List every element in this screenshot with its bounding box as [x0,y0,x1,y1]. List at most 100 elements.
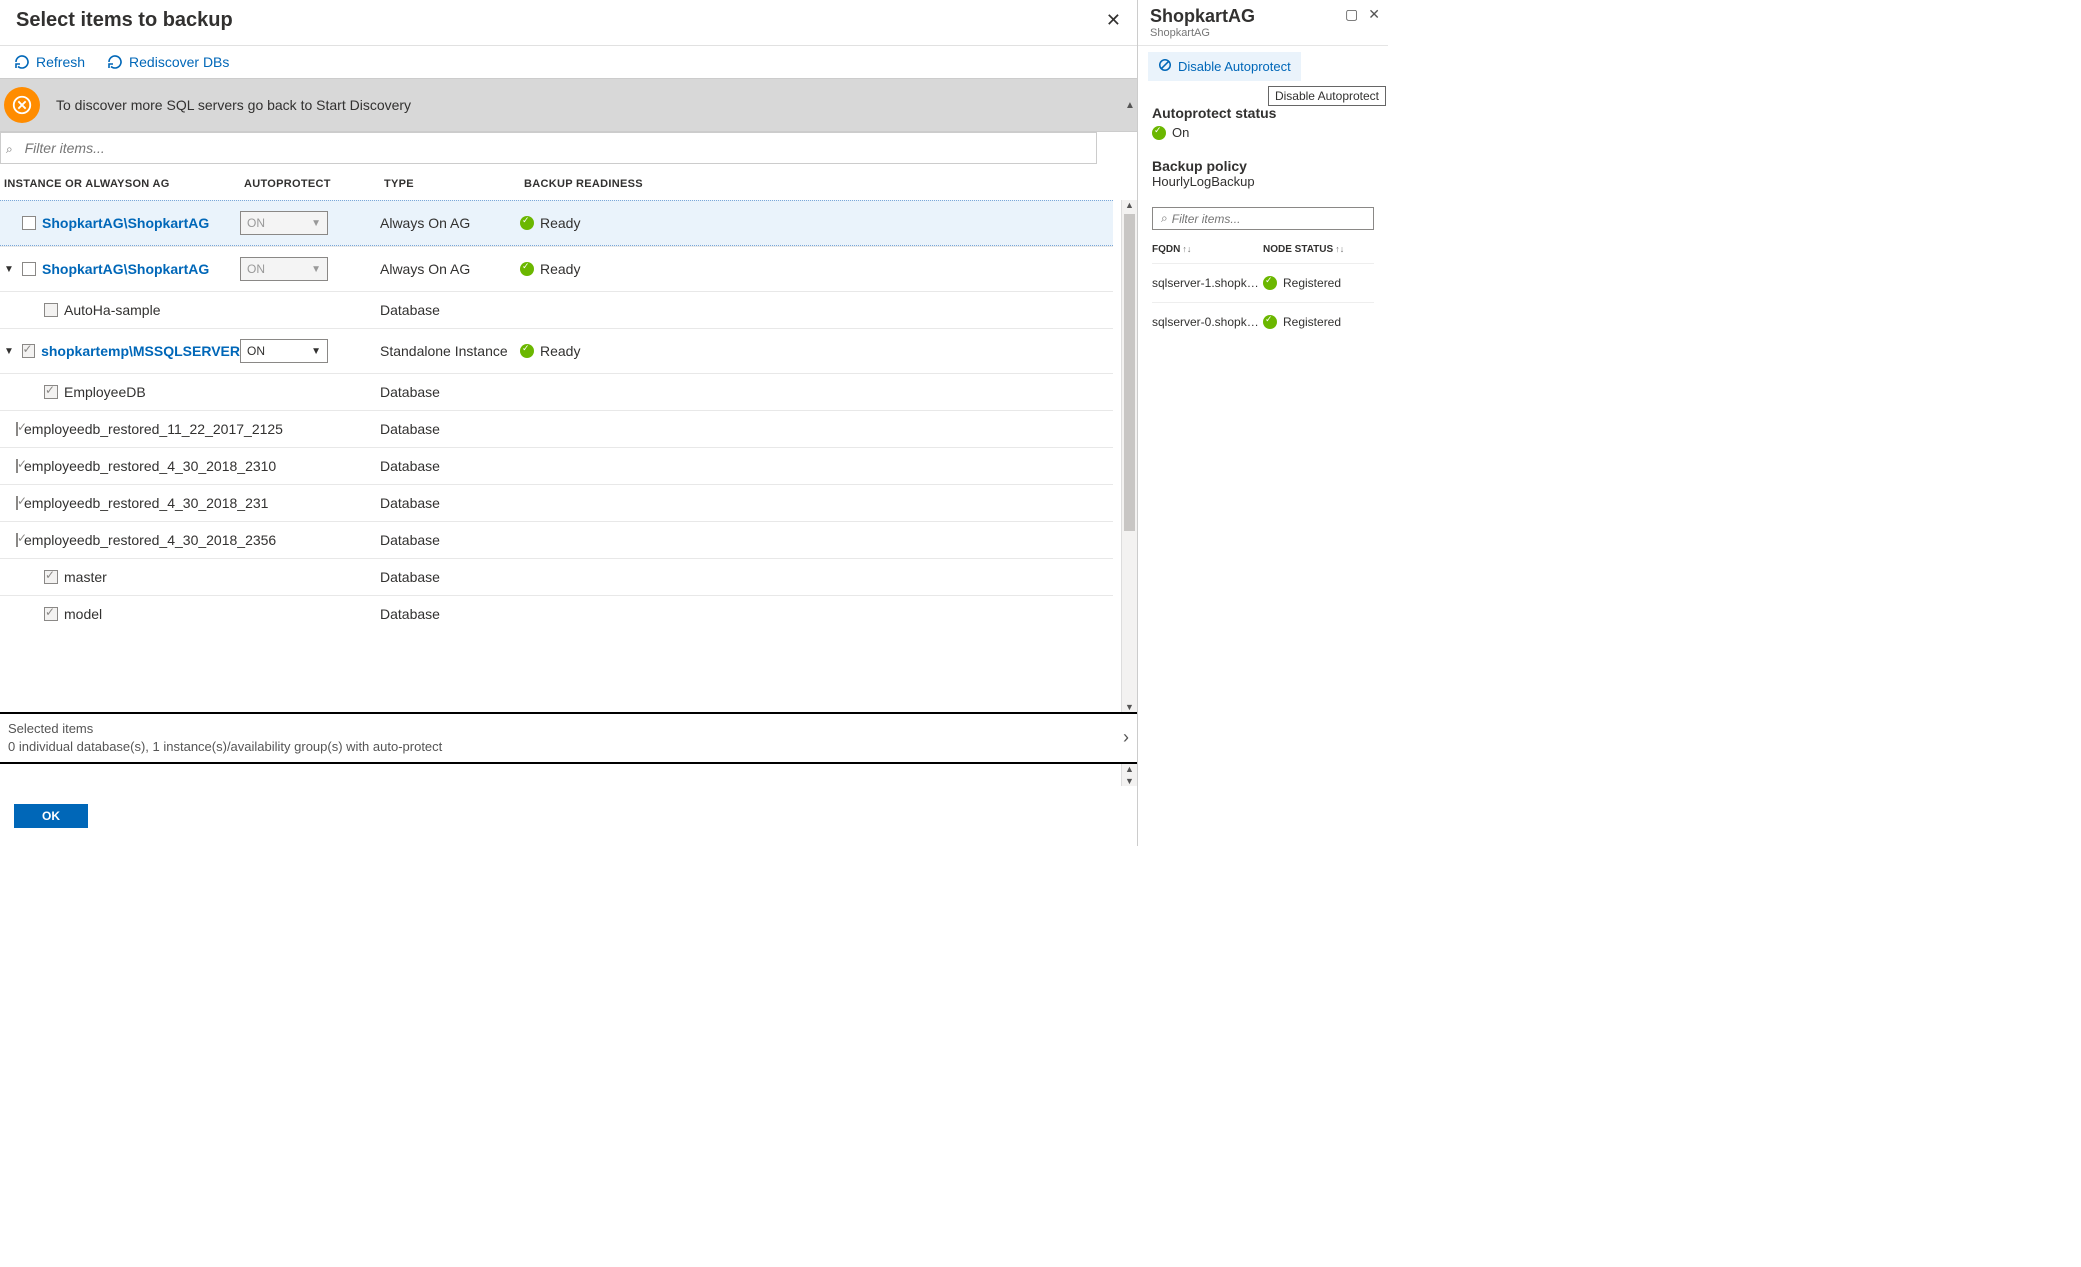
col-node-status[interactable]: NODE STATUS↑↓ [1263,244,1374,255]
scrollbar-tiny[interactable]: ▲ ▼ [1121,764,1137,786]
name-cell: model [0,606,240,622]
col-fqdn[interactable]: FQDN↑↓ [1152,244,1263,255]
node-fqdn: sqlserver-0.shopkart.… [1152,315,1263,329]
table-row[interactable]: ▼ShopkartAG\ShopkartAGON▼Always On AGRea… [0,246,1113,291]
type-cell: Always On AG [380,215,520,231]
row-name: employeedb_restored_4_30_2018_2310 [24,458,276,474]
maximize-icon[interactable]: ▢ [1345,6,1358,23]
row-checkbox[interactable] [44,385,58,399]
type-cell: Database [380,302,520,318]
selected-items-strip[interactable]: Selected items 0 individual database(s),… [0,712,1137,764]
autoprotect-value: ON [247,344,265,358]
readiness-cell: Ready [520,215,680,231]
name-cell: ▼ shopkartemp\MSSQLSERVER [0,343,240,359]
node-row[interactable]: sqlserver-0.shopkart.…Registered [1152,302,1374,333]
disable-autoprotect-button[interactable]: Disable Autoprotect [1148,52,1301,81]
autoprotect-select[interactable]: ON▼ [240,339,328,363]
search-icon: ⌕ [1157,211,1172,226]
row-checkbox[interactable] [22,262,36,276]
row-checkbox[interactable] [22,216,36,230]
table-row[interactable]: ShopkartAG\ShopkartAGON▼Always On AGRead… [0,200,1113,246]
filter-input[interactable] [21,134,1092,162]
row-checkbox[interactable] [44,570,58,584]
scroll-down-icon[interactable]: ▼ [1122,702,1137,712]
chevron-right-icon[interactable]: › [1123,727,1129,748]
autoprotect-value: ON [247,262,265,276]
status-value-row: On [1152,125,1374,140]
node-ok-icon [1263,276,1277,290]
right-window-controls: ▢ ✕ [1345,6,1380,23]
table-row[interactable]: employeedb_restored_4_30_2018_2356Databa… [0,521,1113,558]
row-name[interactable]: shopkartemp\MSSQLSERVER [41,343,240,359]
node-status-cell: Registered [1263,276,1374,290]
rediscover-button[interactable]: Rediscover DBs [107,54,229,70]
table-row[interactable]: employeedb_restored_11_22_2017_2125Datab… [0,410,1113,447]
name-cell: employeedb_restored_4_30_2018_231 [0,495,240,511]
row-name[interactable]: ShopkartAG\ShopkartAG [42,261,209,277]
table-row[interactable]: model Database [0,595,1113,632]
disable-icon [1158,58,1172,75]
scrollbar-vertical[interactable]: ▲ ▼ [1121,200,1137,712]
sel-summary: 0 individual database(s), 1 instance(s)/… [8,738,442,756]
row-checkbox[interactable] [16,422,18,436]
table-row[interactable]: masterDatabase [0,558,1113,595]
tiny-down-icon[interactable]: ▼ [1122,776,1137,786]
expand-caret-icon[interactable]: ▼ [4,346,16,357]
col-instance[interactable]: INSTANCE OR ALWAYSON AG [4,178,244,190]
table-row[interactable]: AutoHa-sampleDatabase [0,291,1113,328]
table-row[interactable]: ▼shopkartemp\MSSQLSERVERON▼Standalone In… [0,328,1113,373]
info-banner: To discover more SQL servers go back to … [0,78,1137,132]
type-cell: Database [380,495,520,511]
col-autoprotect[interactable]: AUTOPROTECT [244,178,384,190]
right-header: ShopkartAG ShopkartAG ▢ ✕ [1138,0,1388,46]
node-row[interactable]: sqlserver-1.shopkart.…Registered [1152,263,1374,294]
close-icon[interactable]: ✕ [1100,6,1127,35]
readiness-cell: Ready [520,261,680,277]
filter-container: ⌕ [0,132,1097,164]
row-name: EmployeeDB [64,384,146,400]
row-checkbox[interactable] [16,496,18,510]
row-checkbox[interactable] [22,344,36,358]
type-cell: Database [380,532,520,548]
ready-text: Ready [540,343,580,359]
type-cell: Database [380,569,520,585]
refresh-button[interactable]: Refresh [14,54,85,70]
row-name: model [64,606,102,622]
scroll-up-arrow-icon[interactable]: ▲ [1125,100,1137,111]
type-cell: Database [380,384,520,400]
autoprotect-cell: ON ▼ [240,257,380,281]
table-row[interactable]: employeedb_restored_4_30_2018_2310Databa… [0,447,1113,484]
table-row[interactable]: employeedb_restored_4_30_2018_231 Databas… [0,484,1113,521]
row-checkbox[interactable] [16,459,18,473]
scrollbar-thumb[interactable] [1124,214,1135,531]
name-cell: employeedb_restored_4_30_2018_2310 [0,458,240,474]
scroll-up-icon[interactable]: ▲ [1122,200,1137,210]
readiness-cell: Ready [520,343,680,359]
table-row[interactable]: EmployeeDB Database [0,373,1113,410]
node-ok-icon [1263,315,1277,329]
row-name[interactable]: ShopkartAG\ShopkartAG [42,215,209,231]
col-readiness[interactable]: BACKUP READINESS [524,178,684,190]
type-cell: Database [380,421,520,437]
ready-ok-icon [520,262,534,276]
col-type[interactable]: TYPE [384,178,524,190]
row-checkbox[interactable] [16,533,18,547]
policy-section: Backup policy HourlyLogBackup [1152,158,1374,189]
chevron-down-icon: ▼ [311,264,321,275]
type-cell: Database [380,606,520,622]
close-right-icon[interactable]: ✕ [1368,6,1380,23]
ok-button[interactable]: OK [14,804,88,828]
right-body: Autoprotect status On Backup policy Hour… [1138,87,1388,347]
tooltip: Disable Autoprotect [1268,86,1386,106]
tiny-up-icon[interactable]: ▲ [1122,764,1137,774]
row-checkbox[interactable] [44,607,58,621]
node-status-text: Registered [1283,276,1341,290]
expand-caret-icon[interactable]: ▼ [4,264,16,275]
nodes-col-headers: FQDN↑↓ NODE STATUS↑↓ [1152,244,1374,255]
nodes-rows: sqlserver-1.shopkart.…Registered sqlserve… [1152,263,1374,333]
column-headers: INSTANCE OR ALWAYSON AG AUTOPROTECT TYPE… [0,164,1137,200]
right-filter-input[interactable] [1172,212,1369,226]
row-checkbox[interactable] [44,303,58,317]
page-title: Select items to backup [16,9,233,32]
policy-heading: Backup policy [1152,158,1374,174]
